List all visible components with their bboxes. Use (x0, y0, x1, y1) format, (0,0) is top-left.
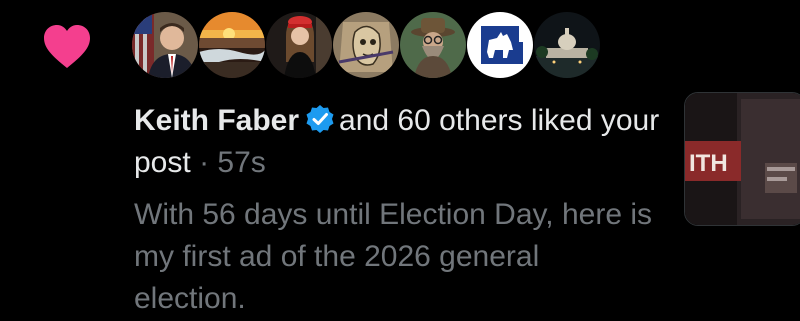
separator-dot: · (199, 146, 210, 179)
avatar-sunset[interactable] (199, 12, 265, 78)
avatar-donkey-logo[interactable] (467, 12, 533, 78)
timestamp: 57s (217, 146, 266, 179)
thumbnail-text: ITH (689, 150, 728, 177)
post-media-thumbnail[interactable]: ITH (684, 92, 800, 226)
notification-headline: Keith Faber and 60 others liked your post… (134, 100, 674, 184)
avatar-capitol-night[interactable] (534, 12, 600, 78)
avatar-man-suit[interactable] (132, 12, 198, 78)
verified-badge-icon (305, 104, 335, 134)
like-notification[interactable]: Keith Faber and 60 others liked your post… (0, 0, 800, 321)
avatar-red-cap[interactable] (266, 12, 332, 78)
actor-name-link[interactable]: Keith Faber (134, 104, 299, 137)
post-preview-text[interactable]: With 56 days until Election Day, here is… (134, 194, 654, 320)
avatar-hat-beard[interactable] (400, 12, 466, 78)
avatar-sketch[interactable] (333, 12, 399, 78)
heart-icon (42, 24, 92, 70)
liker-avatars (132, 12, 601, 82)
